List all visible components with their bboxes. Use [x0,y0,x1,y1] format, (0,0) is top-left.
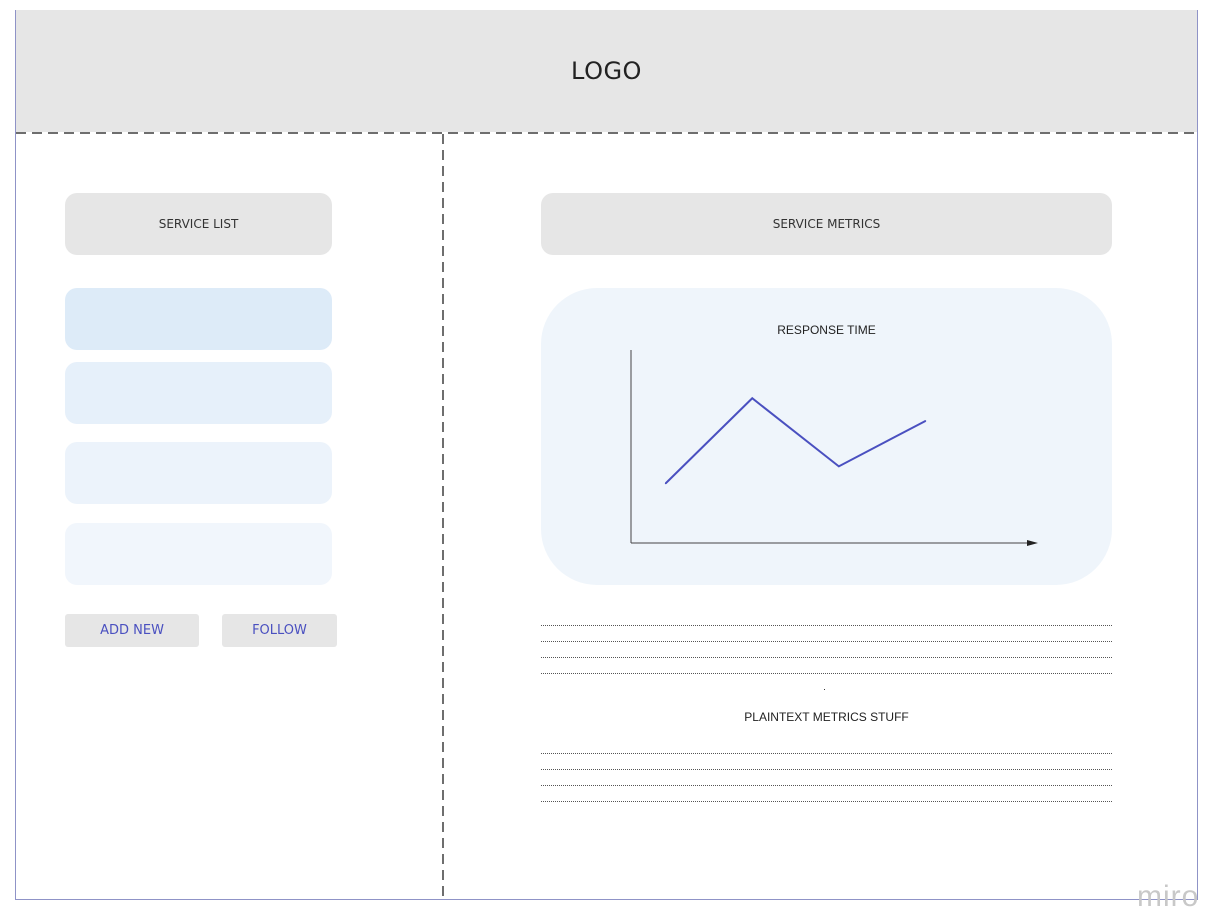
text-line [541,769,1112,770]
add-new-button[interactable]: ADD NEW [65,614,199,647]
panel-divider [442,134,444,900]
service-list-item[interactable] [65,362,332,424]
text-line [541,753,1112,754]
header-divider [16,132,1199,134]
data-point [924,420,927,422]
data-point [664,482,667,485]
text-line [541,625,1112,626]
dot-mark [824,689,825,690]
miro-watermark: miro [1137,880,1200,913]
data-point [751,397,754,400]
response-time-series-line [664,396,926,485]
x-axis-arrow [1027,540,1038,546]
service-list-title: SERVICE LIST [65,193,332,255]
data-point [838,465,840,468]
response-time-chart: RESPONSE TIME [541,288,1112,585]
chart-canvas [630,350,1038,546]
service-list-item[interactable] [65,523,332,585]
service-list-item[interactable] [65,442,332,504]
follow-button[interactable]: FOLLOW [222,614,337,647]
text-line [541,673,1112,674]
text-line [541,801,1112,802]
header: LOGO [16,10,1197,132]
service-list-item[interactable] [65,288,332,350]
plaintext-metrics-label: PLAINTEXT METRICS STUFF [744,710,909,724]
service-metrics-title: SERVICE METRICS [541,193,1112,255]
text-line [541,785,1112,786]
text-line [541,657,1112,658]
text-line [541,641,1112,642]
wireframe-frame: LOGO SERVICE LIST ADD NEW FOLLOW SERVICE… [15,10,1199,900]
logo[interactable]: LOGO [571,57,642,85]
